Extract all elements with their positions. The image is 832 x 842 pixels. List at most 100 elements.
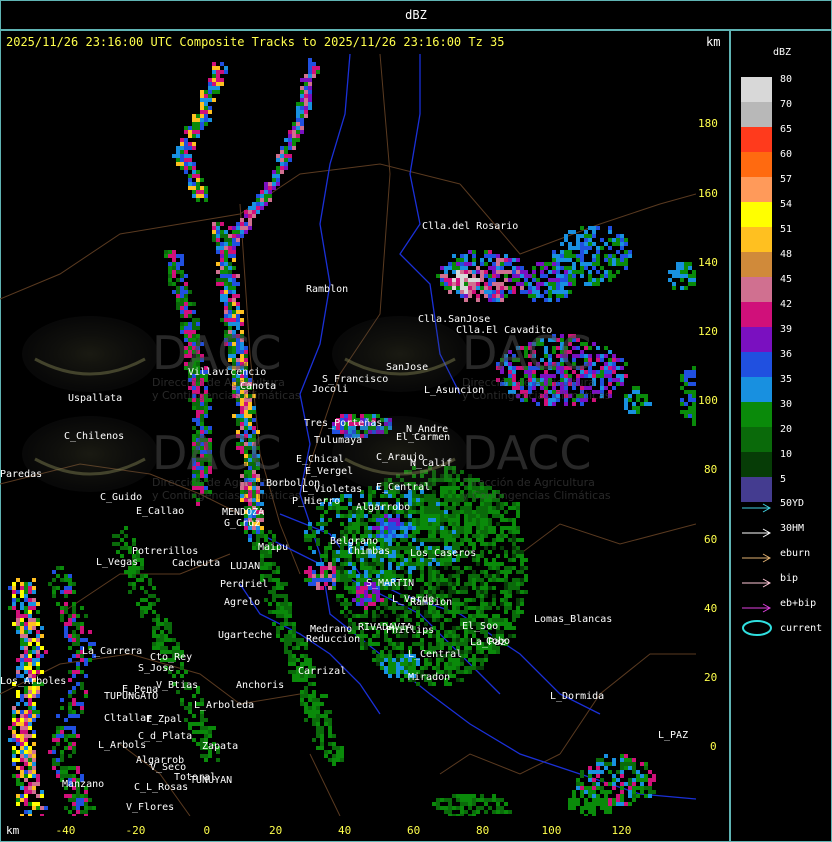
dbz-level-label: 45 <box>780 274 793 285</box>
dbz-swatch <box>741 352 772 377</box>
place-label: Rambion <box>410 597 452 608</box>
radar-map[interactable]: DACCDirección de Agriculturay Contingenc… <box>0 54 696 816</box>
track-label: 50YD <box>780 498 805 509</box>
y-tick-label: 40 <box>704 602 718 615</box>
place-label: Cobo <box>486 636 510 647</box>
place-label: E_Vergel <box>305 466 353 477</box>
place-label: Villavicencio <box>188 367 266 378</box>
dbz-level-label: 20 <box>780 424 793 435</box>
x-tick-label: -20 <box>125 824 146 837</box>
watermark-line1: Dirección de Agricultura <box>462 476 595 489</box>
place-label: Clla.del Rosario <box>422 221 518 232</box>
dbz-swatch <box>741 252 772 277</box>
x-tick-label: 40 <box>338 824 352 837</box>
place-label: LUJAN <box>230 561 260 572</box>
dbz-swatch <box>741 127 772 152</box>
dbz-level-label: 36 <box>780 349 793 360</box>
place-label: Phillips <box>386 625 434 636</box>
place-label: TUNUYAN <box>190 775 232 786</box>
place-label: Miradon <box>408 672 450 683</box>
place-label: L_Arbols <box>98 740 146 751</box>
place-label: G_Cruz <box>224 518 260 529</box>
place-label: L_Central <box>408 649 462 660</box>
place-label: La_Carrera <box>82 646 142 657</box>
dbz-swatch <box>741 77 772 102</box>
place-label: Reduccion <box>306 634 360 645</box>
y-tick-label: 0 <box>710 740 717 753</box>
place-label: Lomas_Blancas <box>534 614 612 625</box>
dbz-swatch <box>741 277 772 302</box>
dbz-swatch <box>741 227 772 252</box>
watermark-line2: y Contingencias Climáticas <box>462 489 611 502</box>
place-label: Los_Arboles <box>0 676 66 687</box>
dbz-level-label: 65 <box>780 124 793 135</box>
place-label: L_Vegas <box>96 557 138 568</box>
place-label: V_Btias <box>156 680 198 691</box>
dbz-level-label: 51 <box>780 224 793 235</box>
dbz-level-label: 60 <box>780 149 793 160</box>
place-label: Anchoris <box>236 680 284 691</box>
x-tick-label: 120 <box>611 824 632 837</box>
place-label: L_Arboleda <box>194 700 254 711</box>
place-label: E_Central <box>376 482 430 493</box>
dbz-swatch <box>741 402 772 427</box>
x-tick-label: -40 <box>55 824 76 837</box>
place-label: E_Callao <box>136 506 184 517</box>
track-arrow-icon <box>741 548 773 563</box>
dbz-swatch <box>741 102 772 127</box>
track-label: eb+bip <box>780 598 817 609</box>
y-tick-label: 180 <box>698 117 718 130</box>
place-label: Cacheuta <box>172 558 220 569</box>
watermark-line1: Dirección de Agricultura <box>152 476 285 489</box>
place-label: Canota <box>240 381 276 392</box>
place-label: L_Asuncion <box>424 385 484 396</box>
current-ellipse-icon <box>741 620 773 636</box>
watermark-brand: DACC <box>462 426 592 480</box>
dacc-watermark: DACCDirección de Agriculturay Contingenc… <box>22 416 301 502</box>
dbz-level-label: 35 <box>780 374 793 385</box>
place-label: MENDOZA <box>222 507 264 518</box>
dbz-level-label: 80 <box>780 74 793 85</box>
track-arrow-icon <box>741 573 773 588</box>
x-tick-label: 60 <box>407 824 421 837</box>
dbz-level-label: 54 <box>780 199 793 210</box>
track-label: 30HM <box>780 523 805 534</box>
place-label: L_Dormida <box>550 691 604 702</box>
dbz-level-label: 42 <box>780 299 793 310</box>
place-label: S_MARTIN <box>366 578 414 589</box>
place-label: Algarrobo <box>356 502 410 513</box>
y-tick-label: 80 <box>704 463 718 476</box>
place-label: TUPUNGATO <box>104 691 158 702</box>
place-label: C_Chilenos <box>64 431 124 442</box>
dbz-level-label: 5 <box>780 474 787 485</box>
place-label: Jocoli <box>312 384 348 395</box>
place-label: E_Zpal <box>146 714 182 725</box>
x-tick-label: 100 <box>541 824 562 837</box>
track-arrow-icon <box>741 598 773 613</box>
place-label: C_L_Rosas <box>134 782 188 793</box>
place-label: Paredas <box>0 469 42 480</box>
dbz-swatch <box>741 177 772 202</box>
place-label: Clla.SanJose <box>418 314 490 325</box>
place-label: N_Calif <box>410 458 452 469</box>
y-tick-label: 100 <box>698 394 718 407</box>
product-title: 2025/11/26 23:16:00 UTC Composite Tracks… <box>6 35 505 49</box>
dbz-level-label: 48 <box>780 249 793 260</box>
x-axis-units: km <box>6 824 20 837</box>
y-axis-units: km <box>706 35 721 49</box>
y-tick-label: 60 <box>704 533 718 546</box>
place-label: Ramblon <box>306 284 348 295</box>
dbz-level-label: 70 <box>780 99 793 110</box>
watermark-line2: y Contingencias Climáticas <box>462 389 611 402</box>
dbz-level-label: 30 <box>780 399 793 410</box>
x-tick-label: 80 <box>476 824 490 837</box>
place-label: Tres_Porteñas <box>304 418 382 429</box>
place-label: SanJose <box>386 362 428 373</box>
track-label: bip <box>780 573 799 584</box>
place-label: C_Guido <box>100 492 142 503</box>
place-label: Cto_Rey <box>150 652 192 663</box>
place-label: L_Violetas <box>302 484 362 495</box>
place-label: Uspallata <box>68 393 122 404</box>
place-label: Perdriel <box>220 579 268 590</box>
track-label: current <box>780 623 823 634</box>
